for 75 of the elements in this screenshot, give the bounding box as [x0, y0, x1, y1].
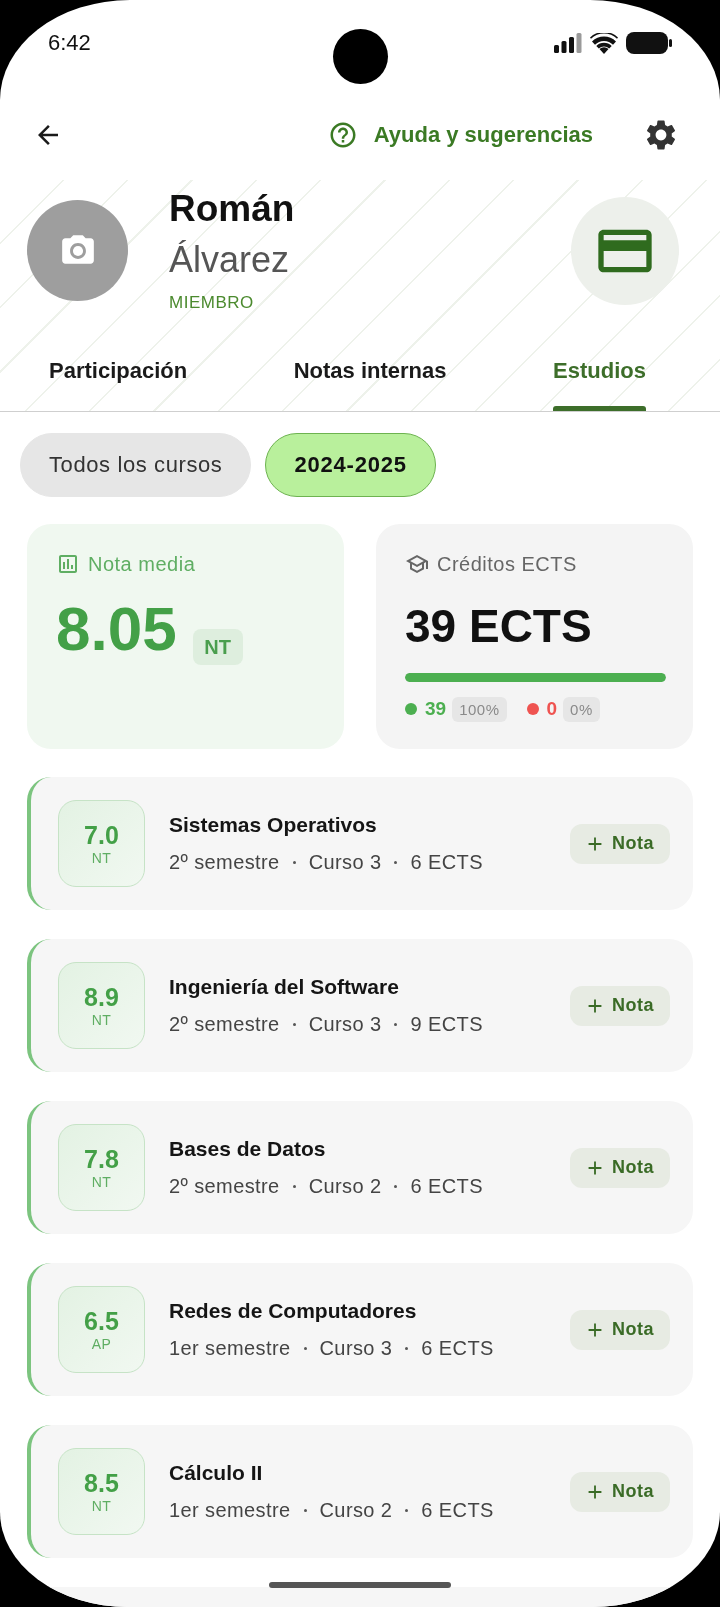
- status-time: 6:42: [48, 30, 91, 56]
- course-detail: 6 ECTS: [410, 850, 483, 875]
- course-detail: 2º semestre: [169, 850, 280, 875]
- course-detail: Curso 3: [308, 850, 382, 875]
- course-card[interactable]: 6.5 AP Redes de Computadores 1er semestre Curso 3 6 ECTS Nota: [27, 1263, 693, 1396]
- stat-label: Créditos ECTS: [437, 552, 577, 576]
- add-grade-button[interactable]: Nota: [570, 985, 670, 1026]
- course-title: Cálculo II: [169, 1460, 264, 1486]
- grade-type: AP: [91, 1334, 112, 1353]
- separator-dot-icon: [292, 1184, 296, 1188]
- tab[interactable]: Notas internas: [293, 330, 447, 411]
- separator-dot-icon: [303, 1346, 307, 1350]
- add-grade-button[interactable]: Nota: [570, 823, 670, 864]
- signal-icon: [554, 33, 582, 53]
- separator-dot-icon: [292, 1022, 296, 1026]
- course-card[interactable]: 7.0 NT Sistemas Operativos 2º semestre Curso 3 6 ECTS Nota: [27, 777, 693, 910]
- course-title: Redes de Computadores: [169, 1298, 418, 1324]
- course-title: Sistemas Operativos: [169, 812, 378, 838]
- wifi-icon: [590, 32, 618, 54]
- credits-value: 39 ECTS: [405, 600, 593, 652]
- last-name: Álvarez: [169, 238, 291, 282]
- battery-icon: [626, 32, 672, 54]
- grade-type: NT: [91, 1172, 112, 1191]
- add-grade-button[interactable]: Nota: [570, 1147, 670, 1188]
- add-grade-button[interactable]: Nota: [570, 1471, 670, 1512]
- course-title: Bases de Datos: [169, 1136, 327, 1162]
- course-title: Ingeniería del Software: [169, 974, 400, 1000]
- course-detail: Curso 2: [319, 1498, 393, 1523]
- stat-label: Nota media: [88, 552, 196, 576]
- course-detail: Curso 2: [308, 1174, 382, 1199]
- first-name: Román: [169, 187, 296, 231]
- member-role: MIEMBRO: [169, 292, 255, 314]
- course-detail: Curso 3: [308, 1012, 382, 1037]
- grade-type: NT: [91, 1010, 112, 1029]
- separator-dot-icon: [394, 1184, 398, 1188]
- tab[interactable]: Estudios: [553, 330, 646, 411]
- course-detail: 2º semestre: [169, 1174, 280, 1199]
- course-detail: 1er semestre: [169, 1336, 291, 1361]
- legend-percent: 100%: [452, 696, 507, 722]
- grade-value: 6.5: [84, 1306, 119, 1335]
- course-card[interactable]: 8.9 NT Ingeniería del Software 2º semestre Curso 3 9 ECTS Nota: [27, 939, 693, 1072]
- course-detail: Curso 3: [319, 1336, 393, 1361]
- separator-dot-icon: [303, 1508, 307, 1512]
- separator-dot-icon: [394, 1022, 398, 1026]
- grade-value: 8.5: [84, 1468, 119, 1497]
- course-detail: 2º semestre: [169, 1012, 280, 1037]
- course-detail: 6 ECTS: [421, 1498, 494, 1523]
- legend-count: 0: [546, 698, 558, 720]
- separator-dot-icon: [394, 860, 398, 864]
- grade-type: NT: [91, 1496, 112, 1515]
- course-card[interactable]: 8.5 NT Cálculo II 1er semestre Curso 2 6 ECTS Nota: [27, 1425, 693, 1558]
- separator-dot-icon: [405, 1508, 409, 1512]
- camera-cutout-icon: [333, 29, 388, 84]
- separator-dot-icon: [292, 860, 296, 864]
- help-link[interactable]: Ayuda y sugerencias: [327, 120, 593, 150]
- grade-type: NT: [91, 848, 112, 867]
- course-detail: 6 ECTS: [421, 1336, 494, 1361]
- course-detail: 9 ECTS: [410, 1012, 483, 1037]
- grade-value: 7.8: [84, 1144, 119, 1173]
- average-grade-value: 8.05: [56, 598, 177, 660]
- tab[interactable]: Participación: [49, 330, 188, 411]
- add-grade-button[interactable]: Nota: [570, 1309, 670, 1350]
- grade-value: 7.0: [84, 820, 119, 849]
- legend-count: 39: [425, 698, 447, 720]
- bar-chart-icon: [56, 552, 80, 576]
- course-card[interactable]: 7.8 NT Bases de Datos 2º semestre Curso 2 6 ECTS Nota: [27, 1101, 693, 1234]
- grade-value: 8.9: [84, 982, 119, 1011]
- separator-dot-icon: [405, 1346, 409, 1350]
- legend-percent: 0%: [563, 696, 600, 722]
- course-detail: 1er semestre: [169, 1498, 291, 1523]
- graduation-cap-icon: [405, 552, 429, 576]
- filter-chip[interactable]: Todos los cursos: [20, 433, 252, 497]
- filter-chip[interactable]: 2024-2025: [265, 433, 436, 497]
- course-detail: 6 ECTS: [410, 1174, 483, 1199]
- grade-type-badge: NT: [192, 629, 243, 665]
